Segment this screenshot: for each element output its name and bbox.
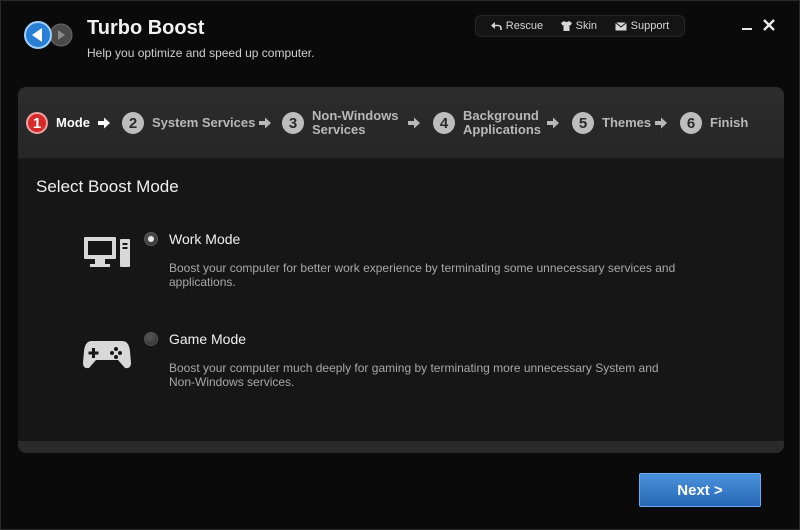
step-label: Non-Windows Services: [312, 109, 399, 137]
step-mode[interactable]: 1 Mode: [26, 87, 90, 159]
panel-footer-strip: [18, 441, 784, 453]
step-background-applications[interactable]: 4 Background Applications: [433, 87, 541, 159]
section-title: Select Boost Mode: [36, 177, 179, 196]
desc-line: Boost your computer for better work expe…: [169, 261, 676, 275]
work-mode-radio[interactable]: [144, 232, 158, 246]
app-subtitle: Help you optimize and speed up computer.: [87, 46, 315, 60]
desc-line: Non-Windows services.: [169, 375, 295, 389]
step-label-line1: Background: [463, 108, 539, 123]
rescue-label: Rescue: [505, 20, 544, 32]
arrow-right-icon: [655, 117, 667, 129]
work-mode-label[interactable]: Work Mode: [169, 231, 240, 247]
arrow-right-icon: [547, 117, 559, 129]
step-label-line2: Services: [312, 122, 366, 137]
minimize-button[interactable]: [741, 17, 753, 31]
step-label: Mode: [56, 115, 90, 130]
arrow-right-icon: [98, 117, 110, 129]
game-mode-description: Boost your computer much deeply for gami…: [169, 361, 729, 389]
step-number: 6: [680, 112, 702, 134]
step-number: 4: [433, 112, 455, 134]
step-number: 3: [282, 112, 304, 134]
desc-line: Boost your computer much deeply for gami…: [169, 361, 659, 375]
desc-line: applications.: [169, 275, 236, 289]
mode-selection-area: Select Boost Mode Work Mode Boost your c…: [18, 159, 784, 441]
rescue-link[interactable]: Rescue: [490, 20, 544, 32]
close-button[interactable]: [761, 17, 777, 33]
step-label: Themes: [602, 115, 652, 130]
step-number: 5: [572, 112, 594, 134]
step-themes[interactable]: 5 Themes: [572, 87, 651, 159]
steps-bar: 1 Mode 2 System Services 3 Non-Windows S…: [18, 87, 784, 159]
arrow-right-icon: [259, 117, 271, 129]
game-mode-label[interactable]: Game Mode: [169, 331, 246, 347]
wizard-panel: 1 Mode 2 System Services 3 Non-Windows S…: [18, 87, 784, 453]
work-mode-description: Boost your computer for better work expe…: [169, 261, 729, 289]
step-non-windows-services[interactable]: 3 Non-Windows Services: [282, 87, 399, 159]
step-number: 1: [26, 112, 48, 134]
app-title: Turbo Boost: [87, 17, 205, 39]
step-label-line1: Non-Windows: [312, 108, 399, 123]
step-system-services[interactable]: 2 System Services: [122, 87, 255, 159]
minimize-icon: [742, 28, 752, 30]
step-number: 2: [122, 112, 144, 134]
next-button[interactable]: Next >: [639, 473, 761, 507]
arrow-right-icon: [408, 117, 420, 129]
shirt-icon: [560, 21, 572, 31]
step-label: Background Applications: [463, 109, 541, 137]
step-label: System Services: [152, 115, 256, 130]
computer-icon: [82, 233, 132, 276]
step-finish[interactable]: 6 Finish: [680, 87, 748, 159]
skin-label: Skin: [575, 20, 598, 32]
close-icon: [763, 19, 775, 31]
mail-icon: [614, 21, 627, 30]
skin-link[interactable]: Skin: [560, 20, 598, 32]
app-window: Turbo Boost Help you optimize and speed …: [0, 0, 800, 530]
gamepad-icon: [82, 335, 132, 376]
support-label: Support: [630, 20, 670, 32]
game-mode-radio[interactable]: [144, 332, 158, 346]
top-links-bar: Rescue Skin Support: [475, 15, 685, 37]
step-label-line2: Applications: [463, 122, 542, 137]
support-link[interactable]: Support: [614, 20, 670, 32]
step-label: Finish: [710, 115, 749, 130]
logo-icon: [23, 21, 75, 51]
undo-icon: [490, 22, 502, 30]
